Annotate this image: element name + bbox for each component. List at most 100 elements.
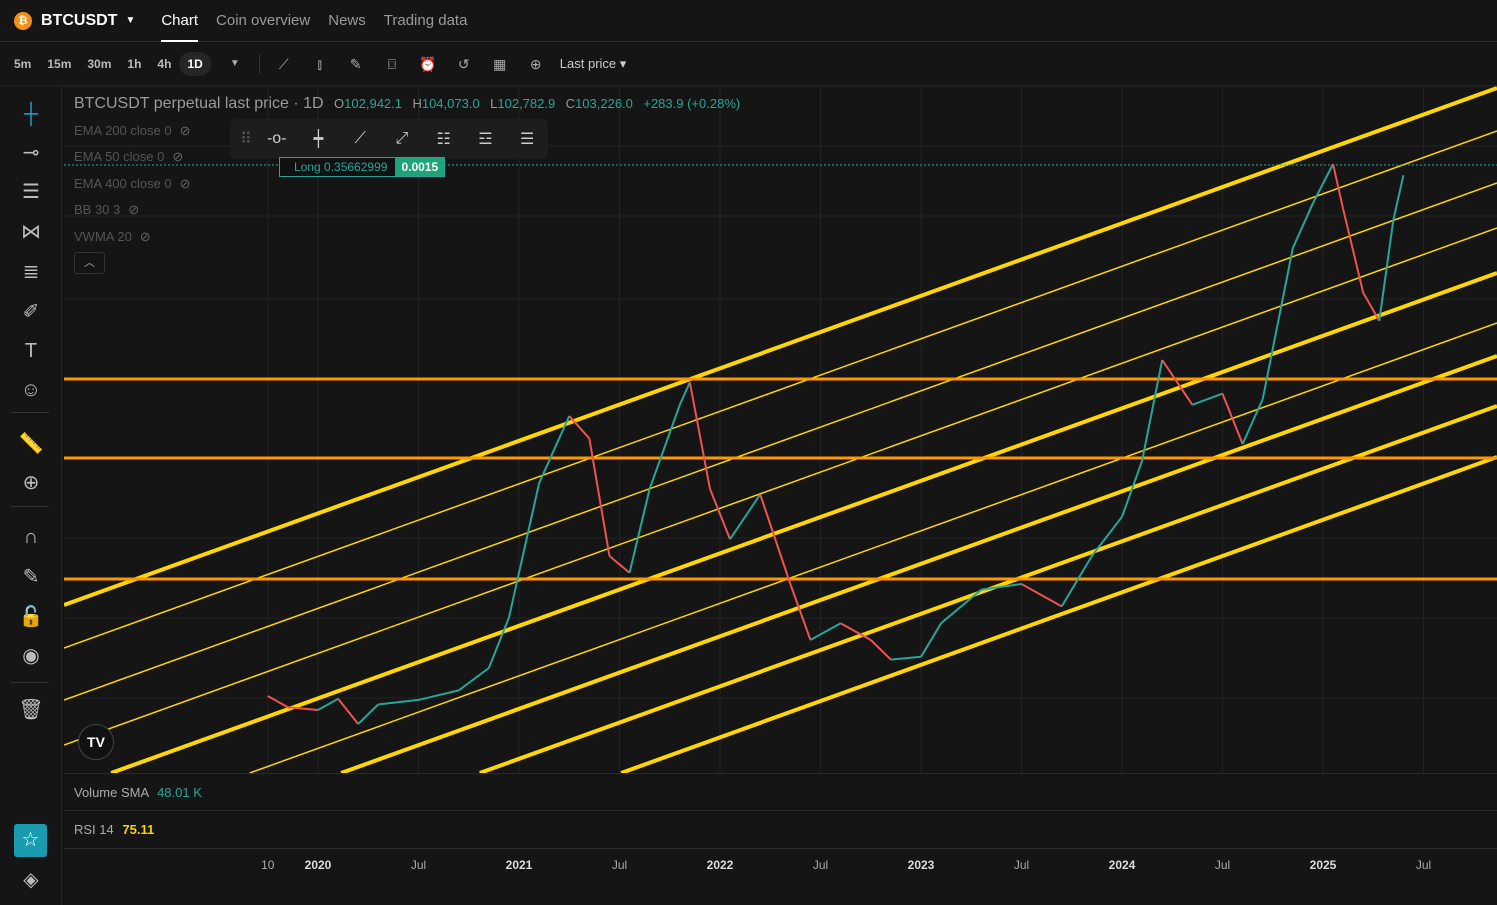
price-segment (1291, 202, 1314, 249)
position-side: Long 0.35662999 (294, 160, 388, 174)
horizontal-line-icon[interactable]: -o- (256, 130, 298, 148)
lock-drawing-icon[interactable]: ✎ (15, 563, 47, 591)
symbol-selector[interactable]: BTCUSDT (41, 12, 117, 30)
tab-coin-overview[interactable]: Coin overview (216, 0, 310, 42)
indicators-icon[interactable]: ⟋ (274, 54, 294, 74)
indicator-ema200[interactable]: EMA 200 close 0 ⊘ (74, 123, 190, 139)
indicator-bb[interactable]: BB 30 3 ⊘ (74, 202, 139, 218)
timeframe-30m[interactable]: 30m (79, 52, 119, 76)
indicator-ema50[interactable]: EMA 50 close 0 ⊘ (74, 149, 183, 165)
fib-retracement-icon[interactable]: ≣ (15, 258, 47, 286)
price-type-label: Last price (559, 56, 617, 71)
unlock-icon[interactable]: 🔓 (15, 603, 47, 631)
ruler-icon[interactable]: 📏 (15, 430, 47, 458)
timeframe-4h[interactable]: 4h (149, 52, 179, 76)
tab-news[interactable]: News (328, 0, 366, 42)
timeframe-1d[interactable]: 1D (179, 52, 211, 76)
drawing-floating-toolbar: ⠿ -o- ┿ ⟋ ⤢ ☷ ☲ ☰ (230, 119, 548, 159)
top-bar: ₿ BTCUSDT ▼ Chart Coin overview News Tra… (0, 0, 1497, 42)
eye-hidden-icon[interactable]: ⊘ (128, 202, 139, 217)
channel-line (249, 322, 1497, 773)
price-segment (317, 697, 339, 711)
layers-icon[interactable]: ◈ (15, 866, 47, 894)
price-segment (1091, 516, 1123, 557)
divider (11, 506, 49, 507)
pattern-icon[interactable]: ⋈ (15, 218, 47, 246)
eye-hidden-icon[interactable]: ⊘ (180, 176, 191, 191)
price-segment (378, 698, 419, 706)
tab-trading-data[interactable]: Trading data (384, 0, 468, 42)
pencil-icon[interactable]: ✎ (346, 54, 366, 74)
trend-line-icon[interactable]: ⟋ (339, 130, 381, 148)
price-plot[interactable] (64, 86, 1497, 773)
indicator-ema400[interactable]: EMA 400 close 0 ⊘ (74, 176, 190, 192)
divider (11, 682, 49, 683)
drag-handle-icon[interactable]: ⠿ (236, 129, 256, 149)
favorites-star-button[interactable]: ☆ (14, 824, 47, 857)
candle-type-icon[interactable]: ⫾ (310, 54, 330, 74)
camera-icon[interactable]: ⌼ (382, 54, 402, 74)
fib-channel-icon[interactable]: ☰ (506, 129, 548, 149)
chart-area[interactable]: BTCUSDT perpetual last price · 1D O102,9… (64, 86, 1497, 905)
timeframe-15m[interactable]: 15m (39, 52, 79, 76)
price-segment (1241, 398, 1264, 445)
high-value: 104,073.0 (421, 96, 480, 111)
high-label: H (412, 96, 422, 111)
trash-icon[interactable]: 🗑 (15, 696, 47, 724)
eye-hidden-icon[interactable]: ⊘ (180, 123, 191, 138)
open-label: O (334, 96, 345, 111)
eye-hidden-icon[interactable]: ⊘ (140, 229, 151, 244)
channel-line (340, 354, 1497, 773)
time-axis-label: Jul (1214, 858, 1231, 872)
alarm-icon[interactable]: ⏰ (418, 54, 438, 74)
time-axis-label: 2023 (907, 858, 935, 872)
time-axis-label: Jul (611, 858, 628, 872)
channel-line (64, 130, 1497, 649)
price-segment (1392, 174, 1405, 221)
regression-channel-icon[interactable]: ☲ (465, 129, 507, 149)
add-circle-icon[interactable]: ⊕ (526, 54, 546, 74)
price-segment (337, 698, 359, 725)
price-segment (357, 703, 379, 725)
open-value: 102,942.1 (344, 96, 402, 111)
price-segment (1021, 583, 1063, 608)
time-axis[interactable]: 10 2020 Jul 2021 Jul 2022 Jul 2023 Jul 2024 Jul 202… (64, 848, 1497, 880)
extended-line-icon[interactable]: ⤢ (381, 130, 423, 148)
magnet-icon[interactable]: ∩ (15, 523, 47, 551)
price-type-selector[interactable]: Last price ▾ (560, 56, 627, 72)
text-icon[interactable]: T (15, 337, 47, 365)
tab-chart[interactable]: Chart (161, 0, 198, 42)
brush-icon[interactable]: ✐ (15, 298, 47, 326)
volume-pane: Volume SMA 48.01 K (64, 773, 1497, 810)
price-segment (870, 639, 892, 661)
timeframe-dropdown-icon[interactable]: ▼ (225, 54, 245, 74)
timeframe-5m[interactable]: 5m (6, 52, 39, 76)
price-segment (1192, 392, 1223, 406)
close-value: 103,226.0 (575, 96, 633, 111)
vertical-line-icon[interactable]: ┿ (298, 129, 340, 149)
chevron-down-icon[interactable]: ▼ (125, 15, 135, 26)
timeframe-1h[interactable]: 1h (119, 52, 149, 76)
eye-icon[interactable]: ◉ (15, 642, 47, 670)
zoom-in-icon[interactable]: ⊕ (15, 469, 47, 497)
collapse-indicators-button[interactable]: ︿ (74, 252, 105, 274)
fib-lines-icon[interactable]: ☰ (15, 178, 47, 206)
emoji-icon[interactable]: ☺ (15, 376, 47, 404)
indicator-label: BB 30 3 (74, 202, 121, 217)
tradingview-logo[interactable]: TV (78, 724, 114, 760)
time-axis-label: Jul (812, 858, 829, 872)
price-segment (1221, 393, 1244, 445)
eye-hidden-icon[interactable]: ⊘ (172, 149, 183, 164)
crosshair-icon[interactable]: ┼ (15, 100, 47, 128)
time-axis-label: 2024 (1108, 858, 1136, 872)
undo-icon[interactable]: ↺ (454, 54, 474, 74)
time-axis-label: Jul (1013, 858, 1030, 872)
legend-title: BTCUSDT perpetual last price · 1D (74, 95, 324, 112)
calendar-icon[interactable]: ▦ (490, 54, 510, 74)
position-label[interactable]: Long 0.35662999 0.0015 (279, 157, 446, 177)
horizontal-ray-icon[interactable]: ⊸ (15, 139, 47, 167)
price-segment (487, 617, 510, 669)
indicator-vwma[interactable]: VWMA 20 ⊘ (74, 229, 151, 245)
parallel-channel-icon[interactable]: ☷ (423, 129, 465, 149)
indicator-label: VWMA 20 (74, 229, 132, 244)
